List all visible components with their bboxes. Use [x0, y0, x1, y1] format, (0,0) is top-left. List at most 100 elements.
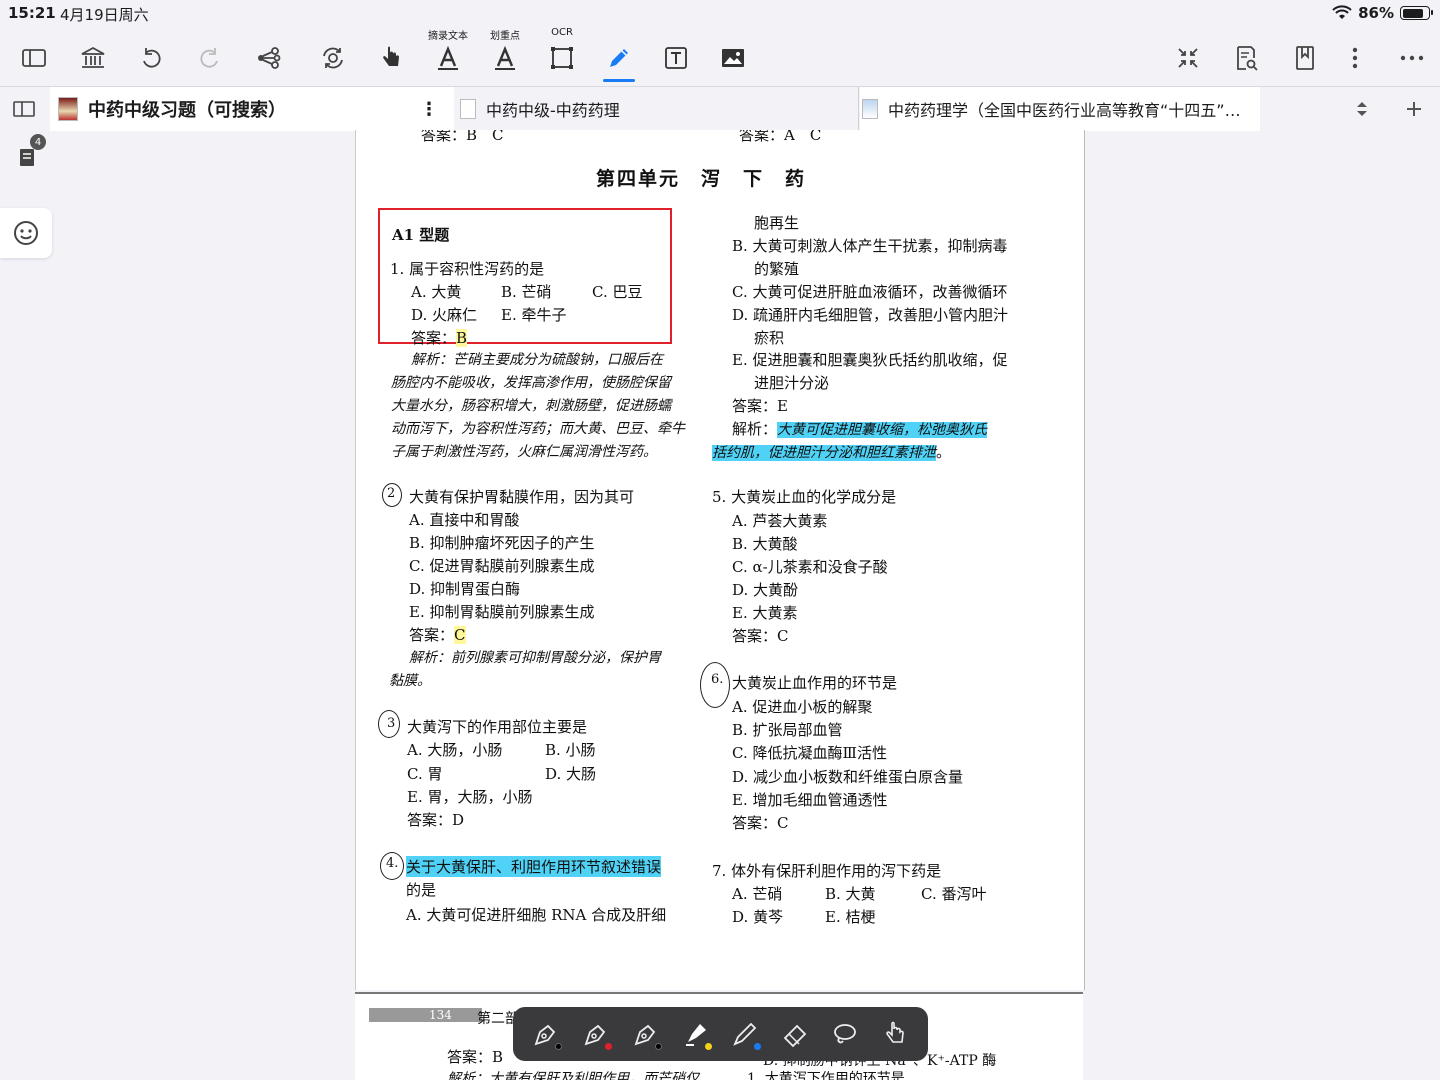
- tab-label: 中药中级-中药药理: [486, 101, 620, 120]
- pen-tool-button[interactable]: [597, 26, 641, 82]
- smiley-icon: [14, 221, 38, 245]
- q2-number: 2: [387, 486, 396, 501]
- textbox-icon: [665, 47, 687, 69]
- q2-expl-line: 黏膜。: [389, 673, 431, 689]
- excerpt-text-label: 摘录文本: [428, 31, 468, 42]
- q1-option-d: D. 火麻仁: [411, 306, 478, 324]
- hand-pointer-icon: [383, 46, 399, 66]
- more-vertical-icon: [1352, 47, 1358, 69]
- q4-option-b: B. 大黄可刺激人体产生干扰素，抑制病毒: [732, 237, 1008, 255]
- sort-arrows-icon: [1357, 102, 1367, 116]
- plus-icon: [1407, 102, 1421, 116]
- highlight-button[interactable]: 划重点: [483, 26, 527, 82]
- emoji-assistant-button[interactable]: [0, 208, 52, 258]
- status-time: 15:21: [8, 4, 56, 22]
- q2-expl-line: 解析：前列腺素可抑制胃酸分泌，保护胃: [409, 650, 661, 666]
- expl-highlight: 括约肌，促进胆汁分泌和胆红素排泄: [712, 445, 936, 461]
- battery-percent: 86%: [1358, 4, 1394, 22]
- notes-count-badge: 4: [30, 134, 46, 150]
- hand-tool-button[interactable]: [369, 26, 413, 82]
- tab-exercise-book[interactable]: 中药中级习题（可搜索） ⋮: [50, 87, 454, 131]
- q6-option-c: C. 降低抗凝血酶Ⅲ活性: [732, 744, 887, 762]
- tab-pharmacology[interactable]: 中药中级-中药药理: [458, 87, 856, 131]
- book-cover-thumbnail: [58, 97, 78, 121]
- fountain-pen-tool[interactable]: [526, 1014, 566, 1054]
- answer-highlight: B: [456, 329, 468, 347]
- q4-option-a-cont: 胞再生: [754, 214, 800, 232]
- mindmap-icon: [258, 47, 281, 69]
- ocr-button[interactable]: OCR: [540, 26, 584, 82]
- q1-expl-line: 解析：芒硝主要成分为硫酸钠，口服后在: [411, 352, 663, 368]
- pen-tool-red[interactable]: [576, 1014, 616, 1054]
- q4-option-d-cont: 瘀积: [754, 329, 785, 347]
- document-search-icon: [1237, 46, 1258, 71]
- q1-option-a: A. 大黄: [411, 283, 462, 301]
- q4-stem-end: 的是: [406, 881, 437, 899]
- q2-option-c: C. 促进胃黏膜前列腺素生成: [409, 557, 595, 575]
- q3-stem: 大黄泻下的作用部位主要是: [407, 718, 588, 736]
- split-view-button[interactable]: [0, 87, 48, 131]
- reorder-tabs-button[interactable]: [1342, 87, 1382, 131]
- q3-option-d: D. 大肠: [545, 765, 597, 783]
- q1-expl-line: 子属于刺激性泻药，火麻仁属润滑性泻药。: [391, 444, 657, 460]
- eraser-icon: [784, 1024, 807, 1048]
- status-date: 4月19日周六: [60, 6, 149, 24]
- pencil-tool[interactable]: [725, 1014, 765, 1054]
- color-dot: [604, 1043, 612, 1050]
- search-document-button[interactable]: [1224, 26, 1268, 82]
- lasso-tool[interactable]: [825, 1014, 865, 1054]
- tab-label: 中药药理学（全国中医药行业高等教育“十四五”…: [888, 101, 1241, 120]
- excerpt-text-button[interactable]: 摘录文本: [426, 26, 470, 82]
- left-rail: [0, 130, 56, 1080]
- q5-stem: 5. 大黄炭止血的化学成分是: [712, 488, 897, 506]
- highlighter-tool[interactable]: [676, 1014, 716, 1054]
- bookmark-book-icon: [1296, 46, 1314, 70]
- q3-number: 3: [387, 716, 396, 731]
- library-button[interactable]: [71, 26, 115, 82]
- q6-option-d: D. 减少血小板数和纤维蛋白原含量: [732, 768, 964, 786]
- image-icon: [722, 49, 744, 67]
- q4-number: 4.: [386, 856, 399, 871]
- bookmarks-button[interactable]: [1283, 26, 1327, 82]
- q2-option-d: D. 抑制胃蛋白酶: [409, 580, 521, 598]
- tab-textbook[interactable]: 中药药理学（全国中医药行业高等教育“十四五”…: [860, 87, 1260, 131]
- new-tab-button[interactable]: [1394, 87, 1434, 131]
- document-page[interactable]: 答案：B C 答案：A C 第四单元 泻 下 药 A1 型题 1. 属于容积性泻…: [355, 130, 1085, 990]
- lasso-icon: [834, 1024, 857, 1044]
- tab-divider: [858, 87, 859, 131]
- sync-settings-button[interactable]: [311, 26, 355, 82]
- pencil-icon: [610, 49, 628, 67]
- next-expl: 解析：大黄有保肝及利胆作用，而芒硝仅: [447, 1071, 699, 1080]
- q2-answer: 答案：C: [409, 624, 466, 645]
- q3-option-a: A. 大肠，小肠: [407, 741, 503, 759]
- more-vertical-button[interactable]: [1333, 26, 1377, 82]
- q3-option-e: E. 胃，大肠，小肠: [407, 788, 533, 806]
- status-bar: 15:21 4月19日周六 86%: [0, 0, 1440, 26]
- q7-option-c: C. 番泻叶: [921, 885, 987, 903]
- redo-button[interactable]: [187, 26, 231, 82]
- text-box-button[interactable]: [654, 26, 698, 82]
- image-insert-button[interactable]: [711, 26, 755, 82]
- q4-option-a: A. 大黄可促进肝细胞 RNA 合成及肝细: [406, 906, 667, 924]
- q1-answer: 答案：B: [411, 327, 468, 348]
- undo-button[interactable]: [130, 26, 174, 82]
- document-thumbnail: [862, 99, 878, 119]
- more-horizontal-button[interactable]: [1390, 26, 1434, 82]
- hand-scroll-tool[interactable]: [875, 1014, 915, 1054]
- collapse-arrows-icon: [1178, 48, 1198, 68]
- redo-icon: [200, 48, 218, 68]
- ocr-frame-icon: [551, 47, 573, 69]
- answer-label: 答案：: [411, 329, 457, 347]
- undo-icon: [143, 48, 161, 68]
- q1-option-c: C. 巴豆: [592, 283, 643, 301]
- collapse-button[interactable]: [1166, 26, 1210, 82]
- q6-answer: 答案：C: [732, 814, 789, 832]
- sidebar-toggle-button[interactable]: [12, 26, 56, 82]
- section-heading: A1 型题: [392, 226, 450, 244]
- eraser-tool[interactable]: [775, 1014, 815, 1054]
- mindmap-button[interactable]: [247, 26, 291, 82]
- pen-tool-black[interactable]: [626, 1014, 666, 1054]
- q2-stem: 大黄有保护胃黏膜作用，因为其可: [409, 488, 635, 506]
- tab-more-icon[interactable]: ⋮: [420, 99, 438, 120]
- q6-option-e: E. 增加毛细血管通透性: [732, 791, 888, 809]
